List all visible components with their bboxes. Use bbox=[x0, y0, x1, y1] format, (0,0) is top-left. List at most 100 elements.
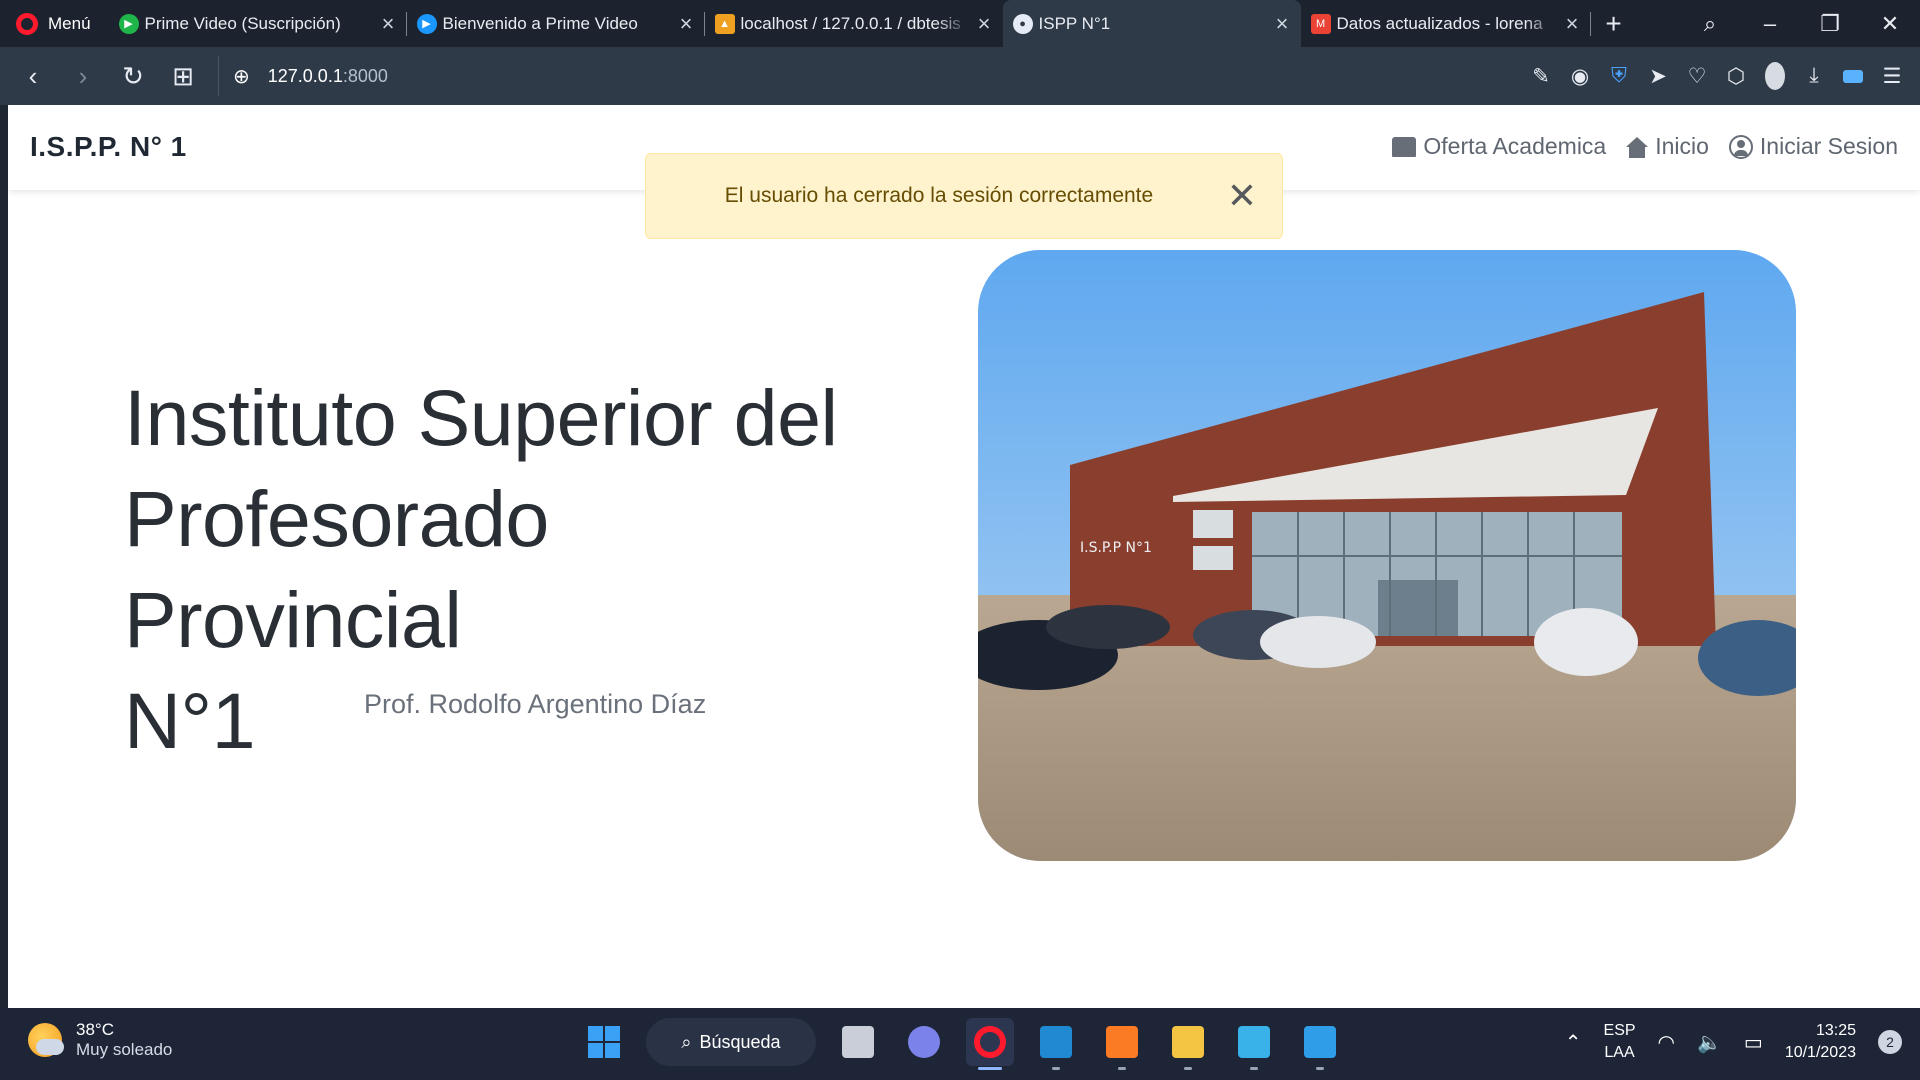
windows-taskbar: 38°C Muy soleado ⌕ Búsqueda ⌃ ESP LAA ◠ … bbox=[0, 1008, 1920, 1080]
opera-logo-icon bbox=[16, 12, 38, 35]
divider bbox=[218, 56, 219, 96]
tab-overview-icon[interactable]: ⊞ bbox=[158, 61, 208, 92]
url-field[interactable]: ⊕ 127.0.0.1:8000 bbox=[233, 64, 388, 89]
nav-label: Iniciar Sesion bbox=[1759, 133, 1898, 159]
snapshot-icon[interactable]: ◉ bbox=[1570, 64, 1590, 89]
close-icon[interactable]: × bbox=[1276, 12, 1289, 35]
globe-icon: ⊕ bbox=[233, 65, 250, 88]
notepad-app-button[interactable] bbox=[1230, 1018, 1278, 1070]
browser-tab-strip: Menú ▶ Prime Video (Suscripción) × ▶ Bie… bbox=[0, 0, 1920, 47]
nav-oferta-academica[interactable]: Oferta Academica bbox=[1392, 133, 1606, 160]
logout-alert: El usuario ha cerrado la sesión correcta… bbox=[645, 153, 1283, 239]
close-icon[interactable]: × bbox=[382, 12, 395, 35]
nav-label: Inicio bbox=[1655, 133, 1709, 159]
photos-app-button[interactable] bbox=[1296, 1018, 1344, 1070]
volume-icon[interactable]: 🔈 bbox=[1697, 1030, 1722, 1055]
restore-icon[interactable]: ❐ bbox=[1800, 11, 1860, 37]
running-indicator bbox=[1250, 1067, 1258, 1070]
nav-iniciar-sesion[interactable]: Iniciar Sesion bbox=[1728, 133, 1898, 160]
vscode-app-button[interactable] bbox=[1032, 1018, 1080, 1070]
taskbar-search[interactable]: ⌕ Búsqueda bbox=[646, 1018, 816, 1066]
tab-label: Prime Video (Suscripción) bbox=[144, 13, 341, 33]
home-icon bbox=[1626, 136, 1649, 158]
building-sign: I.S.P.P N°1 bbox=[1080, 540, 1152, 556]
start-button[interactable] bbox=[580, 1018, 628, 1066]
clock-time: 13:25 bbox=[1815, 1022, 1856, 1039]
opera-menu-button[interactable]: Menú bbox=[0, 0, 109, 47]
browser-toolbar-right: ✎ ◉ ⛨ ➤ ♡ ⬡ ⤓ ☰ bbox=[1531, 62, 1920, 90]
close-icon[interactable]: × bbox=[978, 12, 991, 35]
hero-subtitle: Prof. Rodolfo Argentino Díaz bbox=[364, 689, 707, 719]
send-icon[interactable]: ➤ bbox=[1648, 64, 1668, 89]
tab-prime-video-welcome[interactable]: ▶ Bienvenido a Prime Video × bbox=[407, 0, 705, 47]
opera-app-button[interactable] bbox=[966, 1018, 1014, 1070]
close-icon[interactable]: × bbox=[680, 12, 693, 35]
adblock-shield-icon[interactable]: ⛨ bbox=[1609, 64, 1629, 88]
forward-icon[interactable]: › bbox=[58, 61, 108, 92]
alert-message: El usuario ha cerrado la sesión correcta… bbox=[724, 184, 1154, 207]
wifi-icon[interactable]: ◠ bbox=[1658, 1030, 1675, 1055]
language-indicator[interactable]: ESP LAA bbox=[1604, 1020, 1636, 1064]
browser-address-bar: ‹ › ↻ ⊞ ⊕ 127.0.0.1:8000 ✎ ◉ ⛨ ➤ ♡ ⬡ ⤓ ☰ bbox=[0, 47, 1920, 105]
chevron-up-icon[interactable]: ⌃ bbox=[1565, 1030, 1582, 1055]
notification-badge[interactable]: 2 bbox=[1878, 1030, 1902, 1054]
running-indicator bbox=[1184, 1067, 1192, 1070]
task-view-icon bbox=[842, 1026, 874, 1058]
photos-icon bbox=[1304, 1026, 1336, 1058]
reload-icon[interactable]: ↻ bbox=[108, 61, 158, 92]
tab-ispp[interactable]: ● ISPP N°1 × bbox=[1002, 0, 1301, 47]
clock-date: 10/1/2023 bbox=[1784, 1044, 1856, 1061]
heart-icon[interactable]: ♡ bbox=[1687, 64, 1707, 89]
battery-icon[interactable]: ▭ bbox=[1744, 1030, 1763, 1055]
xampp-app-button[interactable] bbox=[1098, 1018, 1146, 1070]
tab-label: localhost / 127.0.0.1 / dbtesis bbox=[740, 13, 961, 33]
close-window-icon[interactable]: ✕ bbox=[1860, 11, 1920, 37]
task-view-button[interactable] bbox=[834, 1018, 882, 1066]
weather-desc: Muy soleado bbox=[76, 1040, 173, 1059]
easy-setup-icon[interactable]: ☰ bbox=[1882, 64, 1902, 89]
new-tab-button[interactable]: + bbox=[1591, 0, 1637, 47]
nav-inicio[interactable]: Inicio bbox=[1626, 133, 1709, 160]
running-indicator bbox=[1316, 1067, 1324, 1070]
chat-app-button[interactable] bbox=[900, 1018, 948, 1066]
web-page: I.S.P.P. N° 1 Oferta Academica Inicio In… bbox=[8, 105, 1920, 1008]
lang-line1: ESP bbox=[1603, 1022, 1636, 1039]
clock[interactable]: 13:25 10/1/2023 bbox=[1785, 1020, 1856, 1064]
tab-prime-video-subscription[interactable]: ▶ Prime Video (Suscripción) × bbox=[109, 0, 407, 47]
running-indicator bbox=[1052, 1067, 1060, 1070]
easy-files-icon[interactable]: ✎ bbox=[1531, 64, 1551, 89]
notepad-icon bbox=[1238, 1026, 1270, 1058]
tab-phpmyadmin[interactable]: ▲ localhost / 127.0.0.1 / dbtesis × bbox=[705, 0, 1003, 47]
taskbar-apps: ⌕ Búsqueda bbox=[580, 1018, 1344, 1070]
close-icon[interactable]: × bbox=[1566, 12, 1579, 35]
folder-icon bbox=[1172, 1026, 1204, 1058]
download-icon[interactable]: ⤓ bbox=[1804, 64, 1824, 88]
close-icon[interactable]: ✕ bbox=[1202, 178, 1282, 214]
profile-avatar[interactable] bbox=[1765, 62, 1785, 90]
file-explorer-button[interactable] bbox=[1164, 1018, 1212, 1070]
site-brand[interactable]: I.S.P.P. N° 1 bbox=[30, 131, 187, 163]
url-host: 127.0.0.1 bbox=[267, 65, 343, 86]
running-indicator bbox=[1118, 1067, 1126, 1070]
weather-widget[interactable]: 38°C Muy soleado bbox=[28, 1020, 172, 1060]
battery-saver-icon[interactable] bbox=[1843, 69, 1863, 83]
tab-label: ISPP N°1 bbox=[1038, 13, 1111, 33]
menu-label: Menú bbox=[48, 13, 91, 33]
search-icon: ⌕ bbox=[681, 1031, 692, 1052]
search-tabs-icon[interactable]: ⌕ bbox=[1680, 11, 1740, 37]
chat-icon bbox=[908, 1026, 940, 1058]
side-window bbox=[1193, 546, 1233, 570]
gmail-icon: M bbox=[1310, 13, 1331, 34]
window-controls: ⌕ – ❐ ✕ bbox=[1680, 0, 1920, 47]
tab-label: Bienvenido a Prime Video bbox=[442, 13, 638, 33]
phpmyadmin-icon: ▲ bbox=[714, 13, 735, 34]
extensions-cube-icon[interactable]: ⬡ bbox=[1726, 64, 1746, 89]
lang-line2: LAA bbox=[1604, 1044, 1635, 1061]
minimize-icon[interactable]: – bbox=[1740, 11, 1800, 37]
tab-gmail[interactable]: M Datos actualizados - lorena × bbox=[1301, 0, 1591, 47]
opera-icon bbox=[974, 1026, 1006, 1058]
back-icon[interactable]: ‹ bbox=[8, 61, 58, 92]
active-indicator bbox=[978, 1067, 1002, 1070]
search-label: Búsqueda bbox=[699, 1031, 781, 1052]
book-icon bbox=[1392, 136, 1417, 157]
